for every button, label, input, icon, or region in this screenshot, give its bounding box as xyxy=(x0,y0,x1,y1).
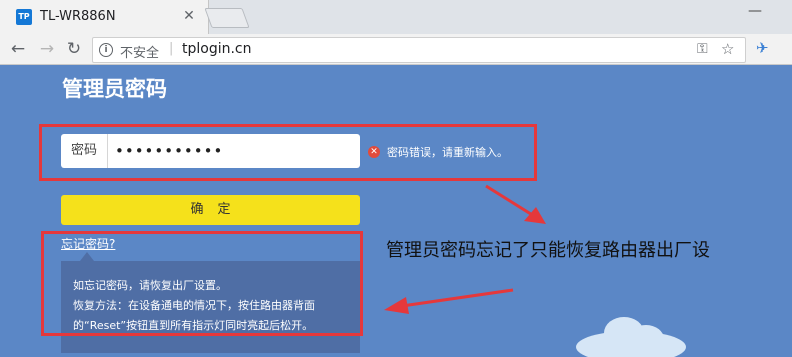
address-separator: | xyxy=(169,41,174,56)
close-tab-icon[interactable]: ✕ xyxy=(180,7,198,25)
tp-link-favicon-icon: TP xyxy=(16,9,32,25)
info-icon[interactable]: i xyxy=(99,43,113,57)
url-text[interactable]: tplogin.cn xyxy=(182,41,252,57)
minimize-window-icon[interactable]: — xyxy=(748,4,762,18)
cloud-icon xyxy=(576,317,686,357)
address-bar[interactable]: i 不安全 | tplogin.cn ⚿ ☆ xyxy=(92,37,746,63)
key-icon[interactable]: ⚿ xyxy=(697,41,708,57)
annotation-frame-password xyxy=(39,124,537,181)
browser-tab[interactable]: TP TL-WR886N ✕ xyxy=(0,0,209,34)
arrow-icon xyxy=(384,288,514,314)
forward-arrow-icon[interactable]: → xyxy=(37,39,57,59)
star-icon[interactable]: ☆ xyxy=(721,40,734,58)
back-arrow-icon[interactable]: ← xyxy=(8,39,28,59)
page-title: 管理员密码 xyxy=(62,77,167,101)
annotation-text: 管理员密码忘记了只能恢复路由器出厂设 xyxy=(386,240,710,261)
extension-icon[interactable]: ✈ xyxy=(756,39,769,57)
browser-toolbar: ← → ↻ i 不安全 | tplogin.cn ⚿ ☆ ✈ xyxy=(0,34,792,65)
reload-icon[interactable]: ↻ xyxy=(64,39,84,59)
tab-strip: TP TL-WR886N ✕ — xyxy=(0,0,792,34)
security-label[interactable]: 不安全 xyxy=(120,42,159,61)
annotation-frame-tip xyxy=(41,231,363,336)
arrow-icon xyxy=(485,184,546,224)
router-login-page: 管理员密码 密码 ✕ 密码错误，请重新输入。 确定 忘记密码? 如忘记密码，请恢… xyxy=(0,65,792,357)
new-tab-button[interactable] xyxy=(204,8,250,28)
confirm-button[interactable]: 确定 xyxy=(61,195,360,225)
tab-title: TL-WR886N xyxy=(40,9,116,24)
